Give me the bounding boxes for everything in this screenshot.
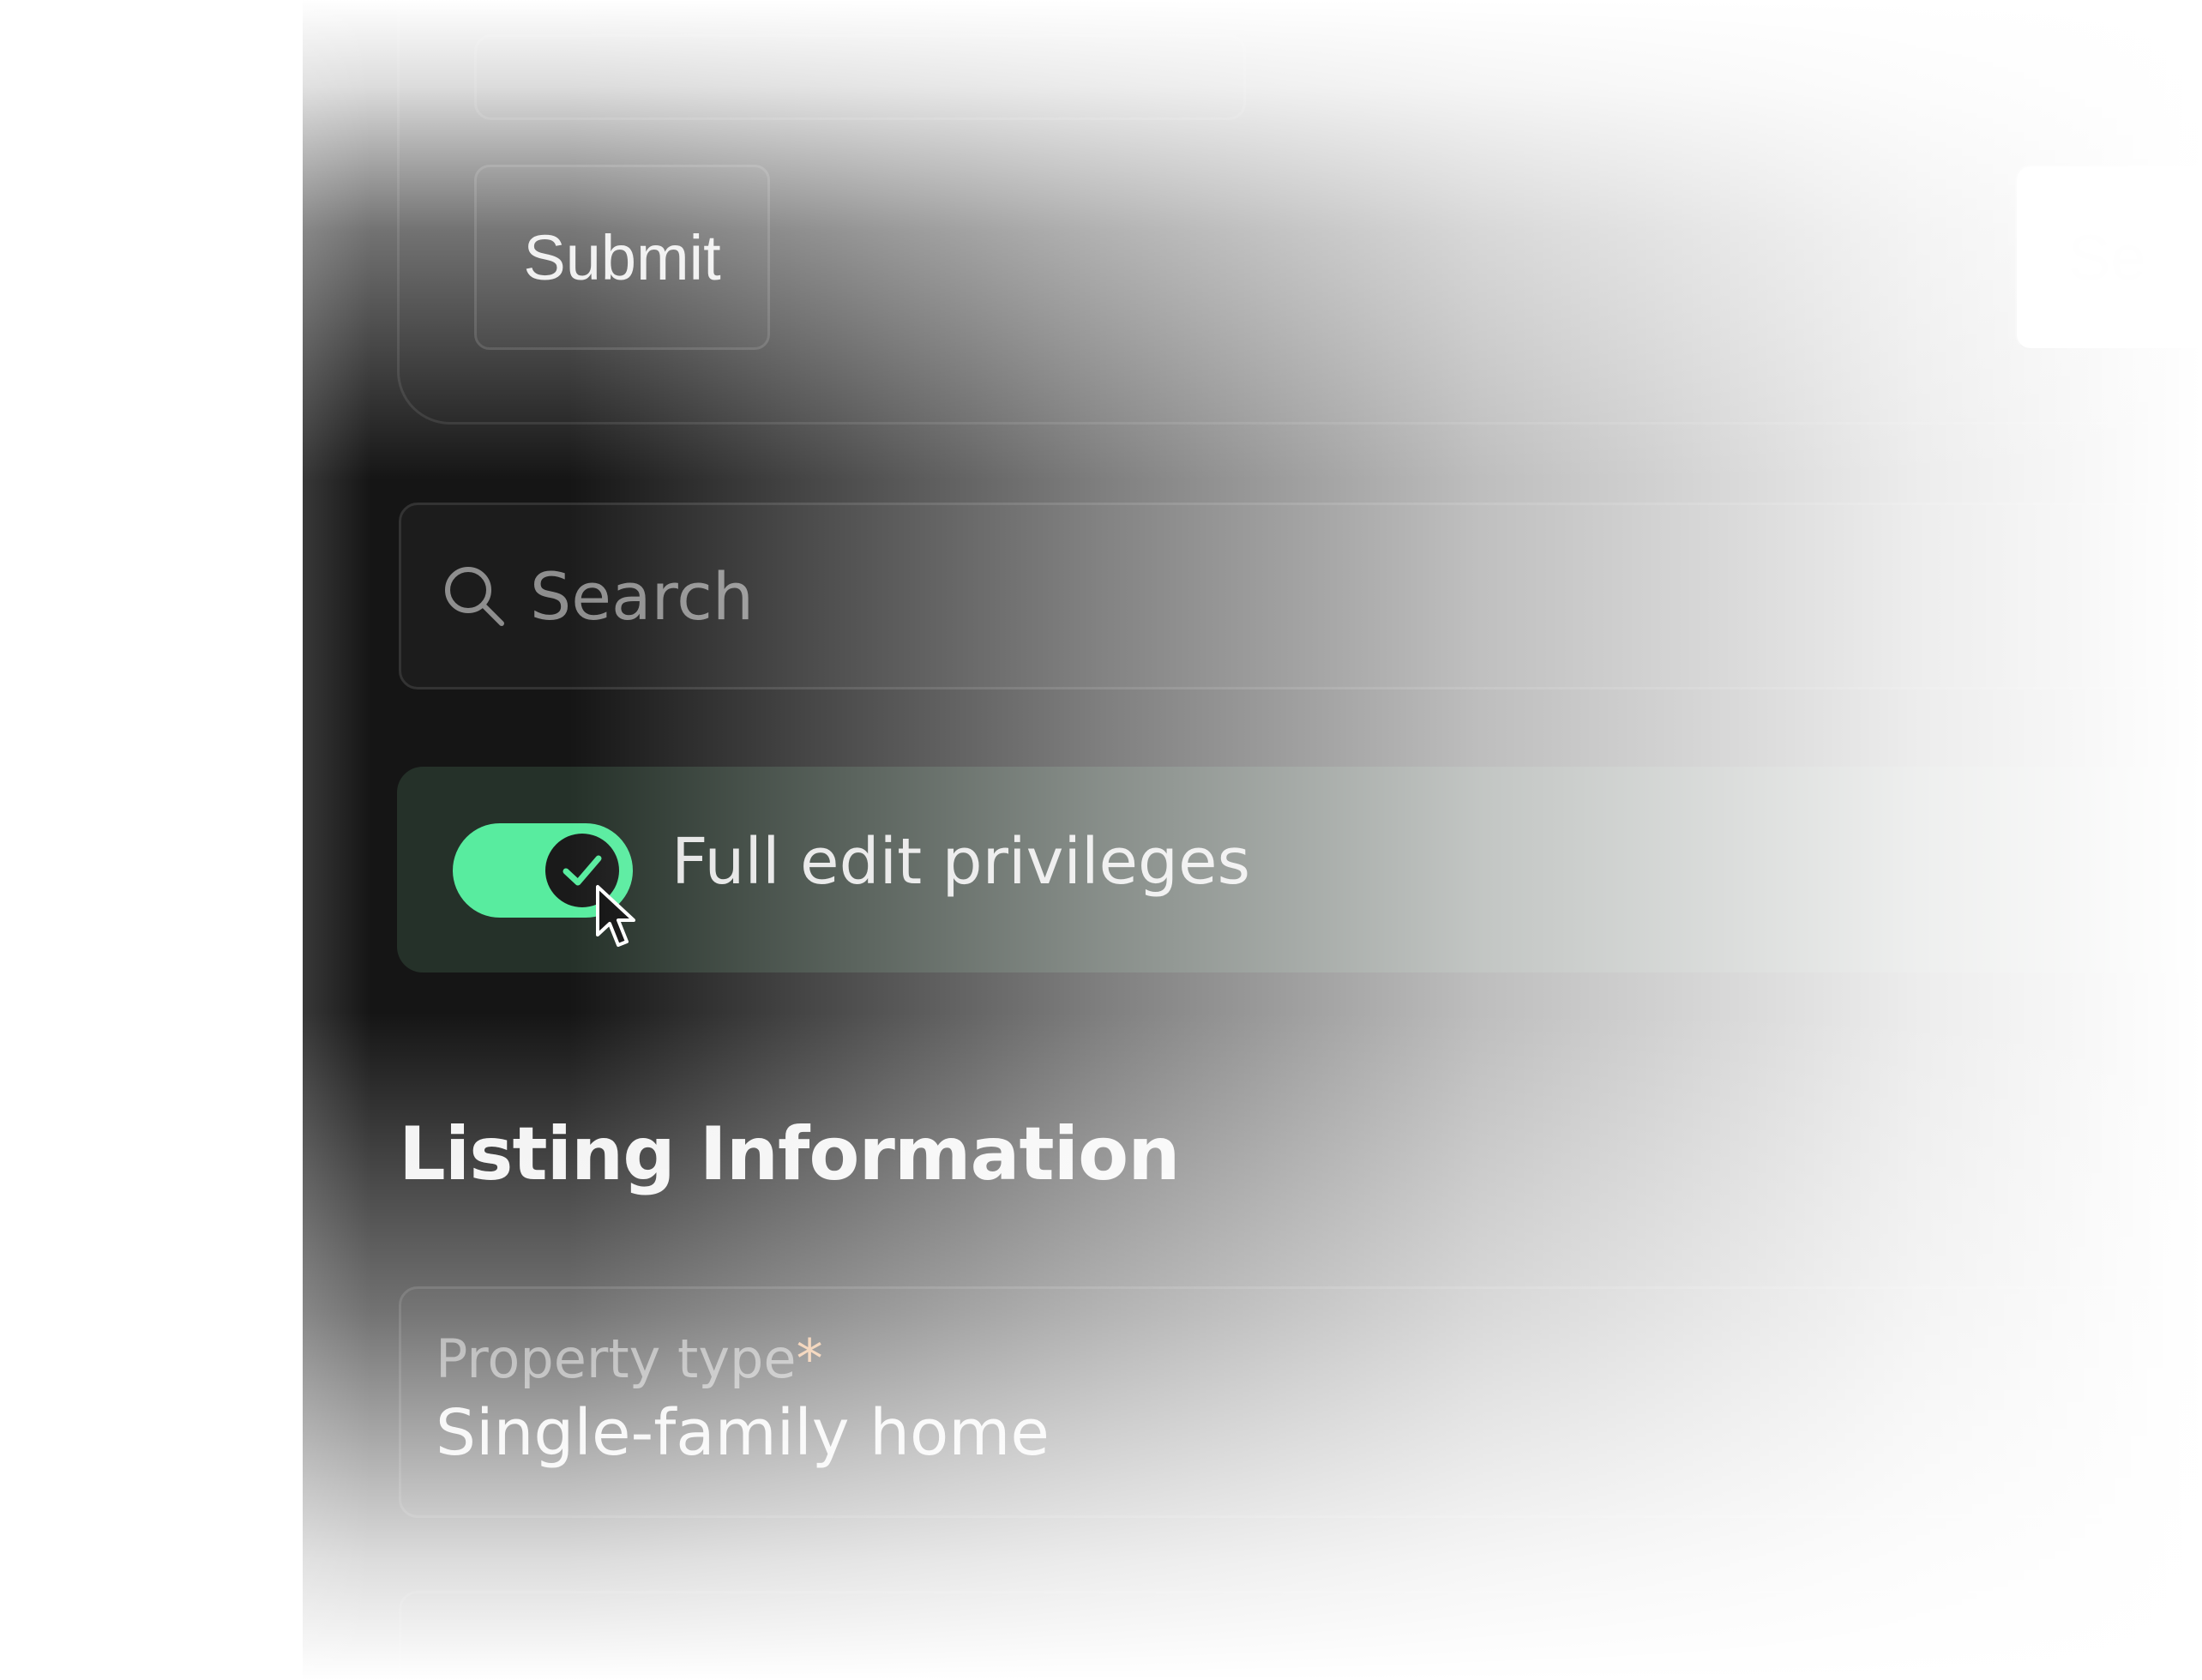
- property-type-value[interactable]: Single-family home: [436, 1396, 1050, 1470]
- secondary-button[interactable]: Se: [2015, 165, 2202, 350]
- mouse-cursor-icon: [596, 885, 635, 947]
- search-input[interactable]: [530, 545, 2073, 647]
- toggle-label: Full edit privileges: [671, 825, 1251, 899]
- previous-input-field[interactable]: [474, 34, 1246, 120]
- property-type-label-text: Property type: [436, 1328, 797, 1390]
- permission-toggle-row: [397, 767, 2202, 972]
- search-icon: [445, 567, 504, 626]
- fade-overlay-left: [303, 0, 371, 1680]
- screenshot-stage: Submit Se Full edit privileges Listing I…: [0, 0, 2202, 1680]
- required-mark: *: [796, 1328, 823, 1390]
- app-panel: Submit Se Full edit privileges Listing I…: [303, 0, 2202, 1680]
- property-type-label: Property type*: [436, 1328, 823, 1390]
- next-field[interactable]: [399, 1591, 2202, 1680]
- submit-button[interactable]: Submit: [474, 165, 770, 350]
- section-title: Listing Information: [399, 1111, 1180, 1197]
